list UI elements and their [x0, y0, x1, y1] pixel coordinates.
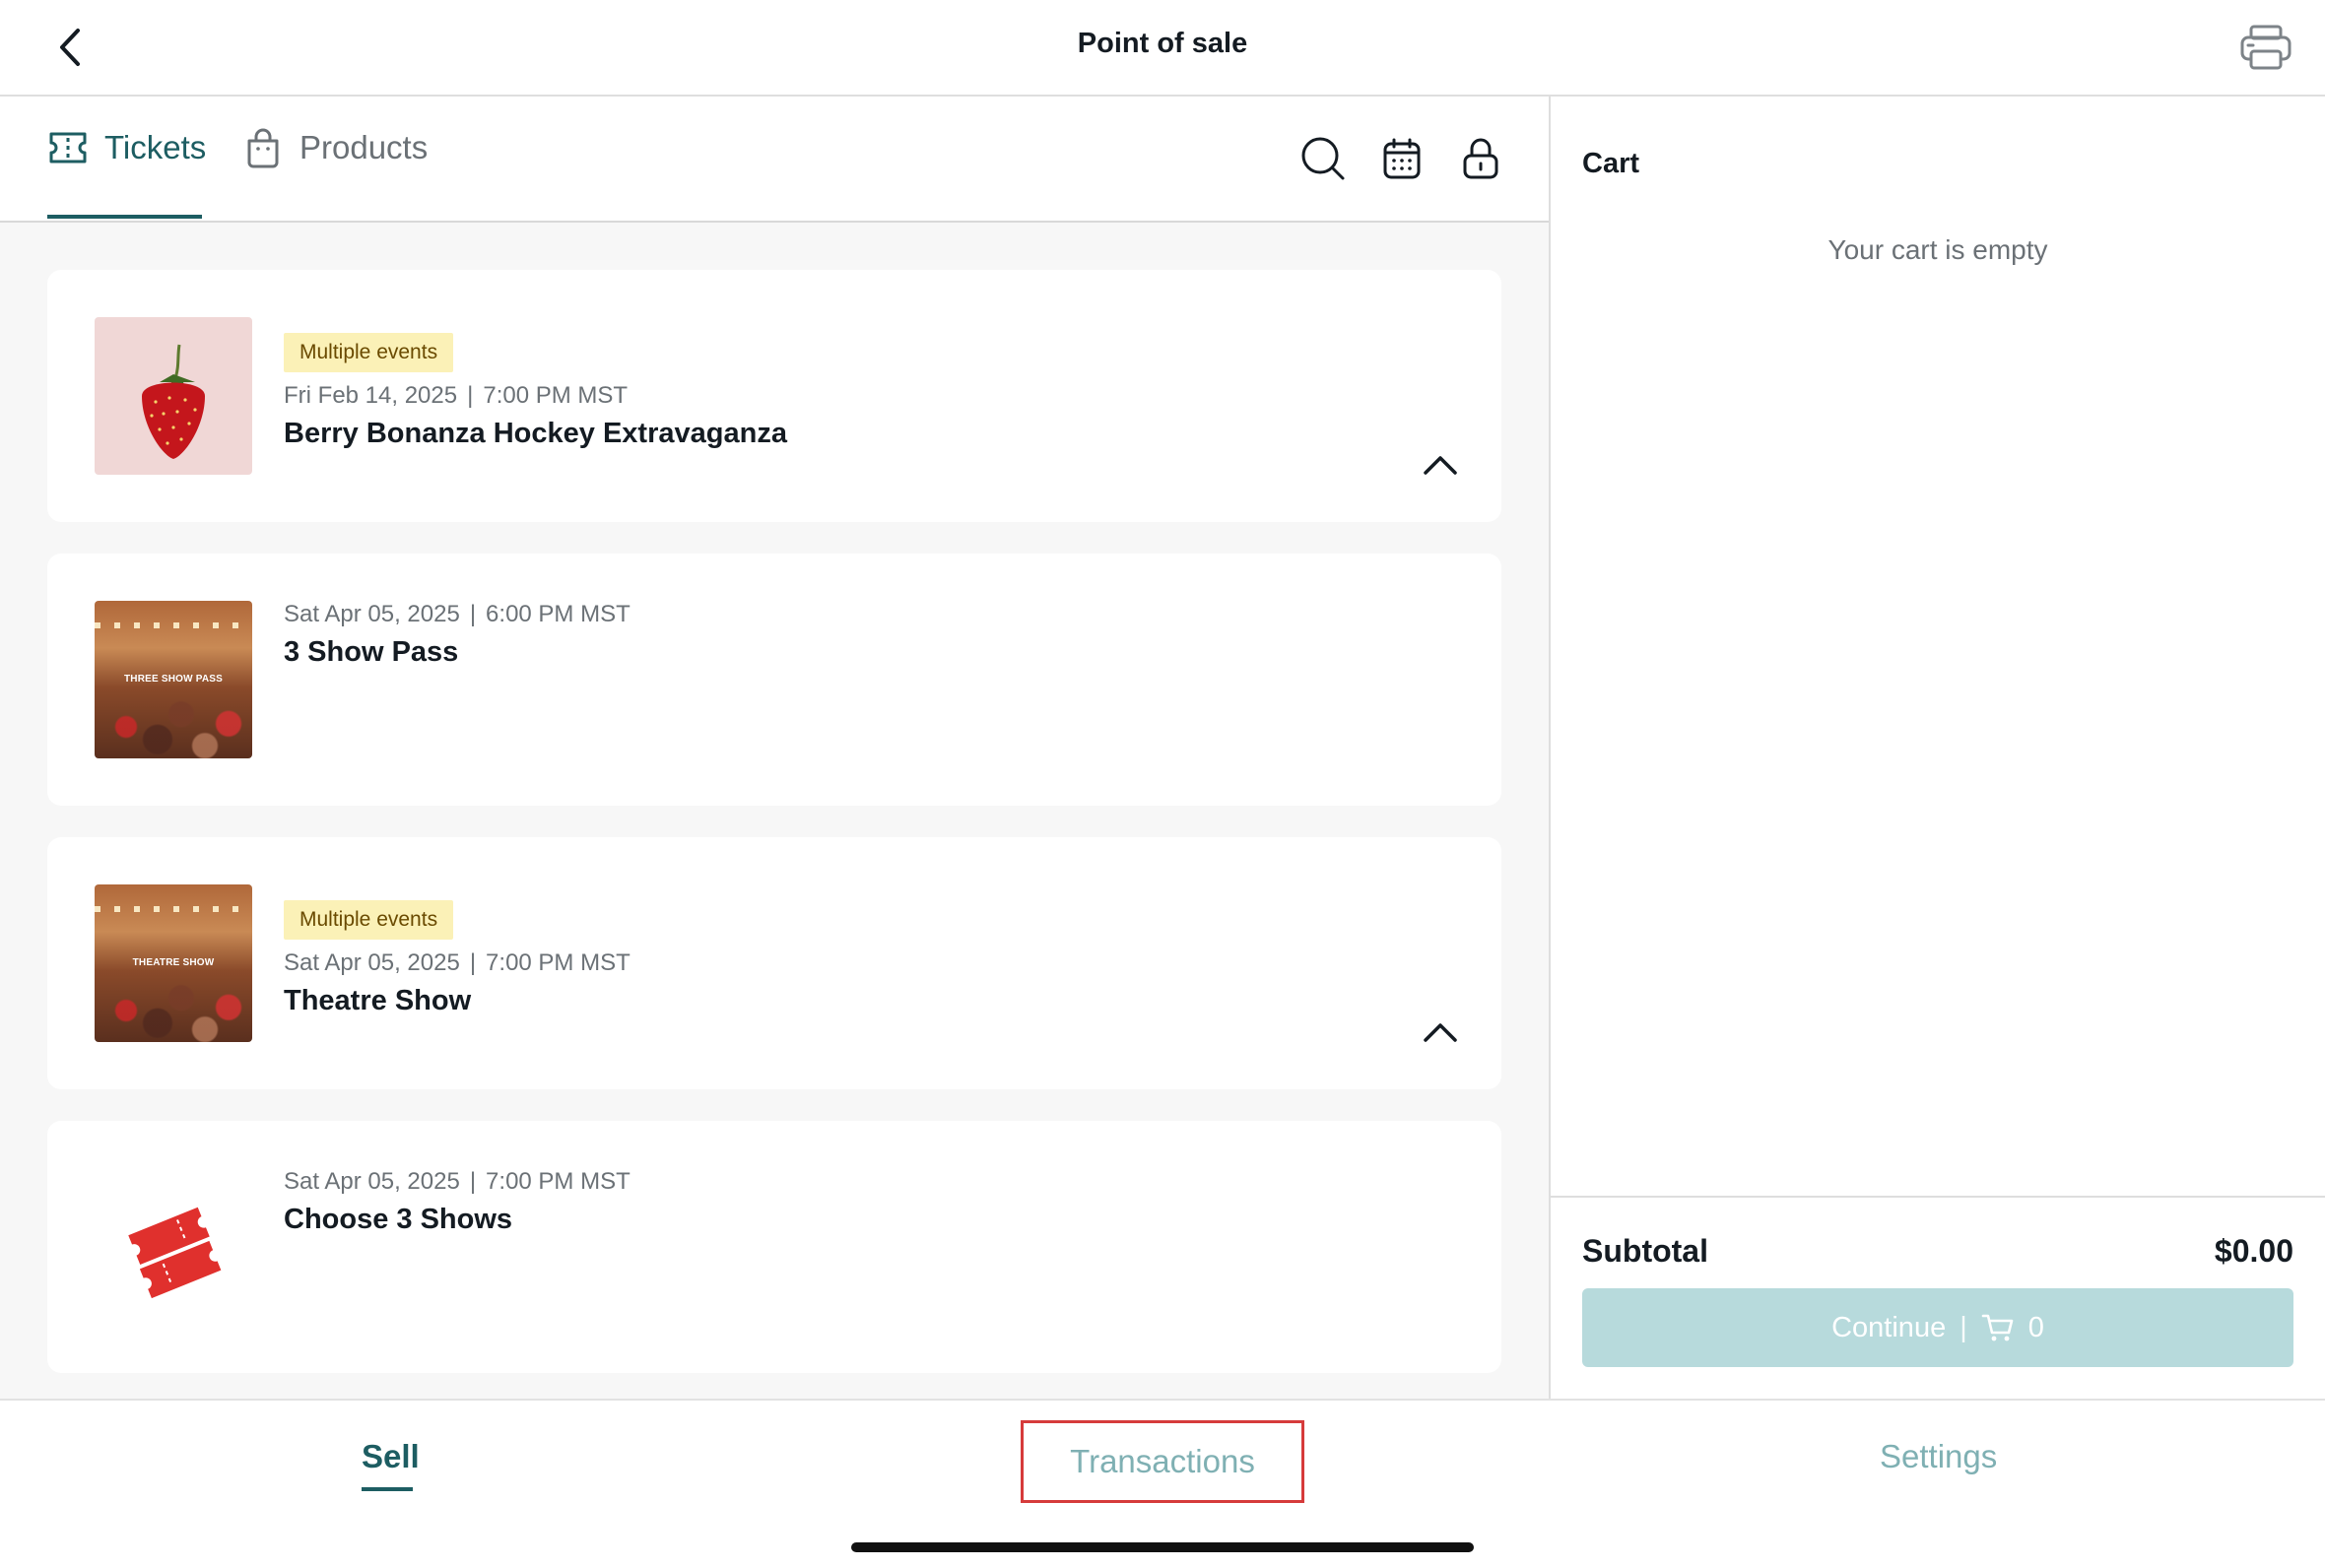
date-separator: | — [467, 382, 474, 409]
lock-button[interactable] — [1456, 134, 1505, 183]
active-tab-indicator — [47, 215, 202, 219]
calendar-button[interactable] — [1377, 134, 1427, 183]
event-image: THREE SHOW PASS — [95, 601, 252, 758]
event-date: Sat Apr 05, 2025 — [284, 949, 460, 976]
event-name: Choose 3 Shows — [284, 1204, 513, 1235]
strawberry-icon — [142, 344, 205, 459]
event-datetime: Sat Apr 05, 2025 | 7:00 PM MST — [284, 949, 631, 977]
date-separator: | — [469, 949, 477, 976]
event-name: Berry Bonanza Hockey Extravaganza — [284, 418, 787, 449]
event-info: Multiple events Sat Apr 05, 2025 | 7:00 PM… — [284, 900, 631, 1017]
top-bar: Point of sale — [0, 0, 2325, 97]
event-datetime: Sat Apr 05, 2025 | 6:00 PM MST — [284, 601, 631, 628]
date-separator: | — [469, 1168, 477, 1195]
nav-transactions-label: Transactions — [1070, 1443, 1255, 1479]
event-card[interactable]: THEATRE SHOW Multiple events Sat Apr 05,… — [47, 837, 1501, 1089]
event-time: 7:00 PM MST — [486, 1168, 631, 1195]
nav-active-indicator — [362, 1487, 413, 1491]
cart-panel: Cart Your cart is empty Subtotal $0.00 C… — [1551, 97, 2325, 1399]
lock-icon — [1463, 138, 1498, 179]
image-caption: THREE SHOW PASS — [123, 674, 224, 685]
expand-toggle[interactable] — [1421, 1013, 1460, 1052]
event-info: Multiple events Fri Feb 14, 2025 | 7:00 PM… — [284, 333, 787, 450]
sell-panel: Tickets Products Multiple events Fri Feb… — [0, 97, 1549, 1399]
event-datetime: Fri Feb 14, 2025 | 7:00 PM MST — [284, 382, 787, 410]
event-time: 6:00 PM MST — [486, 601, 631, 627]
subtotal-value: $0.00 — [2214, 1233, 2293, 1269]
event-image — [95, 1168, 252, 1326]
cart-count: 0 — [2027, 1311, 2044, 1343]
event-card[interactable]: THREE SHOW PASS Sat Apr 05, 2025 | 6:00 PM… — [47, 554, 1501, 806]
event-info: Sat Apr 05, 2025 | 6:00 PM MST 3 Show Pass — [284, 601, 631, 669]
printer-icon — [2240, 25, 2292, 70]
event-time: 7:00 PM MST — [483, 382, 629, 409]
expand-toggle[interactable] — [1421, 445, 1460, 485]
event-info: Sat Apr 05, 2025 | 7:00 PM MST Choose 3 Sh… — [284, 1168, 631, 1236]
nav-sell[interactable]: Sell — [362, 1438, 420, 1475]
event-time: 7:00 PM MST — [486, 949, 631, 976]
status-badge: Multiple events — [284, 900, 454, 940]
event-image: THEATRE SHOW — [95, 884, 252, 1042]
tab-tickets[interactable]: Tickets — [47, 126, 206, 219]
shopping-bag-icon — [242, 126, 284, 169]
search-icon — [1301, 137, 1345, 180]
calendar-icon — [1383, 138, 1421, 179]
continue-separator: | — [1960, 1311, 1967, 1343]
date-separator: | — [469, 601, 477, 627]
home-indicator — [851, 1542, 1474, 1552]
cart-empty-message: Your cart is empty — [1827, 234, 2048, 265]
event-datetime: Sat Apr 05, 2025 | 7:00 PM MST — [284, 1168, 631, 1196]
ticket-icon — [47, 126, 89, 169]
image-caption: THEATRE SHOW — [132, 957, 215, 968]
event-card[interactable]: Multiple events Fri Feb 14, 2025 | 7:00 PM… — [47, 270, 1501, 522]
cart-title: Cart — [1582, 148, 1640, 179]
chevron-up-icon — [1424, 456, 1457, 475]
crowd-image: THREE SHOW PASS — [95, 601, 252, 758]
event-card[interactable]: Sat Apr 05, 2025 | 7:00 PM MST Choose 3 Sh… — [47, 1121, 1501, 1373]
chevron-up-icon — [1424, 1023, 1457, 1042]
tab-products[interactable]: Products — [242, 126, 428, 219]
event-date: Sat Apr 05, 2025 — [284, 1168, 460, 1195]
bottom-navigation: Sell Transactions Settings — [0, 1399, 2325, 1568]
event-name: 3 Show Pass — [284, 636, 459, 668]
nav-settings[interactable]: Settings — [1880, 1438, 1997, 1475]
event-date: Fri Feb 14, 2025 — [284, 382, 458, 409]
event-list: Multiple events Fri Feb 14, 2025 | 7:00 PM… — [47, 270, 1501, 1405]
search-button[interactable] — [1298, 134, 1348, 183]
print-button[interactable] — [2236, 20, 2295, 75]
event-name: Theatre Show — [284, 985, 472, 1016]
ticket-stubs-icon — [128, 1207, 222, 1299]
continue-label: Continue — [1831, 1311, 1947, 1343]
continue-button[interactable]: Continue | 0 — [1582, 1288, 2293, 1367]
nav-transactions[interactable]: Transactions — [1021, 1420, 1304, 1503]
tab-tickets-label: Tickets — [104, 129, 207, 165]
status-badge: Multiple events — [284, 333, 454, 372]
tab-products-label: Products — [299, 129, 429, 165]
event-image — [95, 317, 252, 475]
tabs-bar: Tickets Products — [0, 97, 1549, 223]
cart-footer: Subtotal $0.00 Continue | 0 — [1551, 1196, 2325, 1401]
subtotal-label: Subtotal — [1582, 1233, 1708, 1269]
event-date: Sat Apr 05, 2025 — [284, 601, 460, 627]
page-title: Point of sale — [1077, 28, 1248, 59]
cart-icon — [1981, 1314, 2014, 1341]
crowd-image: THEATRE SHOW — [95, 884, 252, 1042]
